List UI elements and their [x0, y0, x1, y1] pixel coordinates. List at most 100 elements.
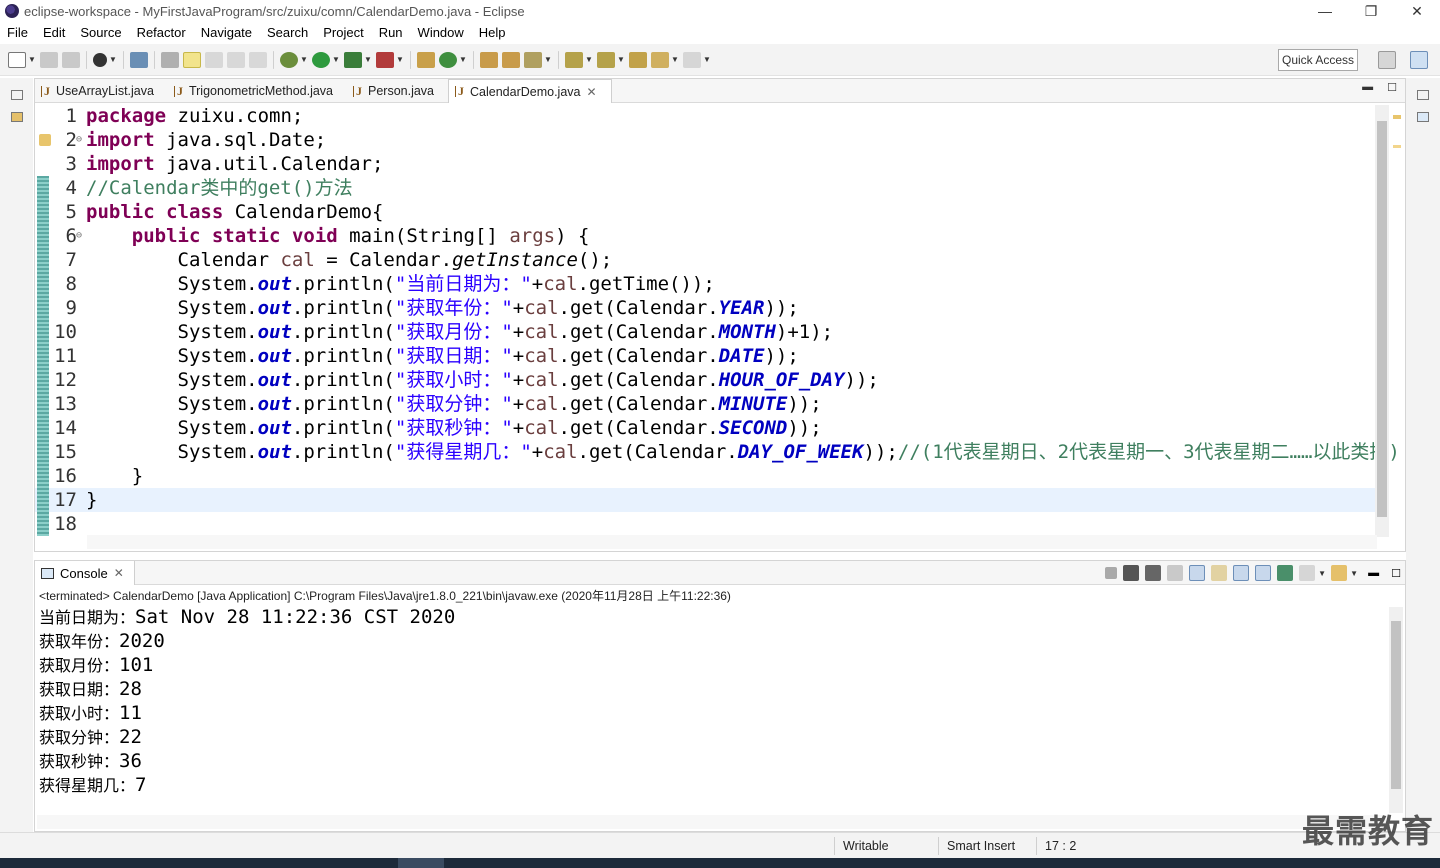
tab-trigonometricmethod[interactable]: J TrigonometricMethod.java [168, 79, 347, 103]
code-line[interactable]: 12 System.out.println("获取小时："+cal.get(Ca… [35, 368, 1375, 392]
code-line[interactable]: 5 public class CalendarDemo{ [35, 200, 1375, 224]
external-tools-icon[interactable] [376, 51, 394, 68]
debug-icon[interactable] [280, 51, 298, 68]
java-perspective-icon[interactable] [1410, 51, 1428, 69]
word-wrap-icon[interactable] [1211, 565, 1228, 581]
outline-icon[interactable] [1417, 112, 1429, 122]
code-line[interactable]: 10 System.out.println("获取月份："+cal.get(Ca… [35, 320, 1375, 344]
code-line[interactable]: 17} [35, 488, 1375, 512]
new-java-project-icon[interactable] [417, 51, 435, 68]
warning-lightbulb-icon[interactable] [39, 134, 51, 146]
tab-console[interactable]: Console ✕ [35, 561, 135, 585]
toggle-block-selection-icon[interactable] [205, 51, 223, 68]
menu-edit[interactable]: Edit [36, 25, 73, 40]
code-line[interactable]: 14 System.out.println("获取秒钟："+cal.get(Ca… [35, 416, 1375, 440]
last-edit-location-icon[interactable] [629, 51, 647, 68]
code-line[interactable]: 1 package zuixu.comn; [35, 104, 1375, 128]
code-token: class [166, 201, 224, 223]
save-icon[interactable] [40, 51, 58, 68]
code-text: System.out.println("获取月份："+cal.get(Calen… [86, 320, 834, 344]
show-on-stderr-icon[interactable] [1255, 565, 1272, 581]
new-class-icon[interactable] [439, 51, 457, 68]
restore-button[interactable]: ❐ [1348, 0, 1394, 22]
fold-toggle-icon[interactable]: ⊖ [76, 224, 82, 248]
minimize-button[interactable]: — [1302, 0, 1348, 22]
minimize-editor-icon[interactable]: ▬ [1362, 81, 1373, 94]
code-text: } [86, 464, 143, 488]
tab-calendardemo[interactable]: J CalendarDemo.java ✕ [448, 79, 612, 103]
show-on-stdout-icon[interactable] [1233, 565, 1250, 581]
code-line[interactable]: 18 [35, 512, 1375, 536]
back-icon[interactable] [651, 51, 669, 68]
code-line[interactable]: 3 import java.util.Calendar; [35, 152, 1375, 176]
console-horizontal-scrollbar[interactable] [37, 815, 1387, 829]
terminate-icon[interactable] [1105, 567, 1118, 579]
close-window-button[interactable]: ✕ [1394, 0, 1440, 22]
scroll-lock-icon[interactable] [1189, 565, 1206, 581]
code-line[interactable]: 6 ⊖ public static void main(String[] args… [35, 224, 1375, 248]
editor-horizontal-scrollbar[interactable] [87, 535, 1377, 549]
menu-search[interactable]: Search [260, 25, 316, 40]
code-token: .println( [291, 297, 395, 319]
code-line[interactable]: 8 System.out.println("当前日期为："+cal.getTim… [35, 272, 1375, 296]
tab-usearraylist[interactable]: J UseArrayList.java [35, 79, 168, 103]
code-line[interactable]: 13 System.out.println("获取分钟："+cal.get(Ca… [35, 392, 1375, 416]
clear-console-icon[interactable] [1167, 565, 1184, 581]
code-line[interactable]: 16 } [35, 464, 1375, 488]
coverage-icon[interactable] [344, 51, 362, 68]
code-editor[interactable]: 1 package zuixu.comn; 2 ⊖ import java.sql.Da… [35, 104, 1400, 538]
menu-run[interactable]: Run [372, 25, 411, 40]
menu-bar: File Edit Source Refactor Navigate Searc… [0, 22, 1440, 42]
pin-console-icon[interactable] [1277, 565, 1294, 581]
next-annotation-icon[interactable] [565, 51, 583, 68]
quick-access-input[interactable]: Quick Access [1278, 49, 1358, 71]
remove-launch-icon[interactable] [1123, 565, 1140, 581]
close-tab-icon[interactable]: ✕ [114, 566, 124, 580]
remove-all-terminated-icon[interactable] [1145, 565, 1162, 581]
console-vertical-scrollbar[interactable] [1389, 607, 1403, 813]
search-icon[interactable] [524, 51, 542, 68]
close-tab-icon[interactable]: ✕ [587, 85, 597, 99]
open-type-icon[interactable] [480, 51, 498, 68]
code-line[interactable]: 11 System.out.println("获取日期："+cal.get(Ca… [35, 344, 1375, 368]
new-icon[interactable] [8, 51, 26, 68]
fold-toggle-icon[interactable]: ⊖ [76, 128, 82, 152]
code-line[interactable]: 2 ⊖ import java.sql.Date; [35, 128, 1375, 152]
console-output[interactable]: 当前日期为：Sat Nov 28 11:22:36 CST 2020 获取年份：2… [39, 605, 1379, 797]
menu-project[interactable]: Project [316, 25, 371, 40]
maximize-console-icon[interactable]: ☐ [1391, 567, 1401, 580]
menu-window[interactable]: Window [411, 25, 472, 40]
code-line[interactable]: 15 System.out.println("获得星期几："+cal.get(C… [35, 440, 1400, 464]
maximize-editor-icon[interactable]: ☐ [1387, 81, 1397, 94]
display-console-icon[interactable] [1299, 565, 1316, 581]
code-line[interactable]: 4 //Calendar类中的get()方法 [35, 176, 1375, 200]
code-line[interactable]: 7 Calendar cal = Calendar.getInstance(); [35, 248, 1375, 272]
menu-source[interactable]: Source [73, 25, 129, 40]
open-console-icon[interactable] [1331, 565, 1348, 581]
profile-icon[interactable] [93, 52, 107, 67]
skip-breakpoints-icon[interactable] [130, 51, 148, 68]
code-token: )); [863, 441, 898, 463]
minimize-console-icon[interactable]: ▬ [1368, 567, 1379, 579]
toggle-ant-icon[interactable] [161, 51, 179, 68]
run-icon[interactable] [312, 51, 330, 68]
paragraph-icon[interactable] [249, 51, 267, 68]
restore-view-icon[interactable] [10, 90, 23, 100]
open-task-icon[interactable] [502, 51, 520, 68]
menu-file[interactable]: File [0, 25, 36, 40]
previous-annotation-icon[interactable] [597, 51, 615, 68]
forward-icon[interactable] [683, 51, 701, 68]
overview-ruler[interactable] [1391, 105, 1403, 537]
package-explorer-icon[interactable] [10, 112, 23, 122]
menu-refactor[interactable]: Refactor [130, 25, 194, 40]
menu-navigate[interactable]: Navigate [194, 25, 260, 40]
editor-vertical-scrollbar[interactable] [1375, 105, 1389, 537]
open-perspective-icon[interactable] [1378, 51, 1396, 69]
toggle-mark-occurrences-icon[interactable] [183, 51, 201, 68]
show-whitespace-icon[interactable] [227, 51, 245, 68]
code-line[interactable]: 9 System.out.println("获取年份："+cal.get(Cal… [35, 296, 1375, 320]
restore-view-icon[interactable] [1417, 90, 1429, 100]
save-all-icon[interactable] [62, 51, 80, 68]
tab-person[interactable]: J Person.java [347, 79, 448, 103]
menu-help[interactable]: Help [472, 25, 514, 40]
